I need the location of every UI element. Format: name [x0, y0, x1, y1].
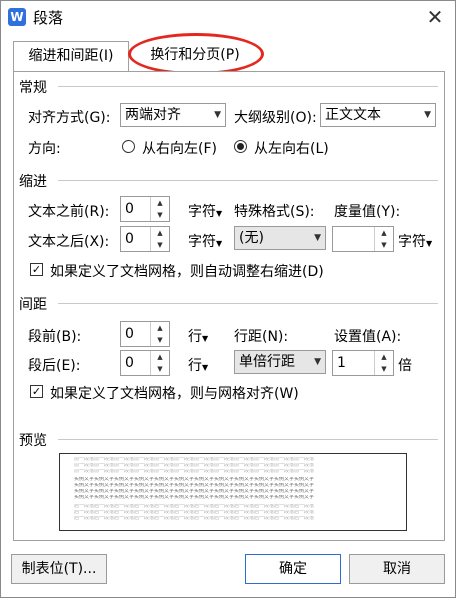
space-before-value: 0 — [125, 326, 134, 342]
dropdown-arrow-icon: ▼ — [314, 357, 321, 367]
rtl-radio[interactable] — [122, 140, 135, 153]
wps-writer-icon: W — [8, 8, 26, 26]
spinner-arrows-icon[interactable]: ▲ ▼ — [150, 197, 169, 221]
preview-sample-line: 实例文字实例文字实例文字实例文字实例文字实例文字实例文字实例文字实例文字实例文字… — [74, 495, 315, 500]
title-bar: W 段落 ✕ — [1, 1, 455, 34]
paragraph-dialog: W 段落 ✕ 缩进和间距(I) 换行和分页(P) 常规 对齐方式(G): 两端对… — [0, 0, 456, 598]
indent-after-label: 文本之后(X): — [28, 234, 110, 250]
unit-arrow-icon: ▼ — [202, 363, 209, 372]
dropdown-arrow-icon: ▼ — [214, 110, 221, 120]
rtl-label: 从右向左(F) — [142, 141, 217, 157]
line-spacing-value: 单倍行距 — [239, 354, 295, 370]
align-value: 两端对齐 — [125, 107, 181, 123]
dialog-title: 段落 — [33, 9, 64, 27]
measure-unit[interactable]: 字符▼ — [398, 231, 432, 251]
indent-before-unit[interactable]: 字符▼ — [188, 201, 222, 221]
spinner-arrows-icon[interactable]: ▲ ▼ — [150, 322, 169, 346]
special-format-select[interactable]: (无) ▼ — [234, 226, 326, 250]
spinner-arrows-icon[interactable]: ▲ ▼ — [374, 351, 393, 375]
direction-label: 方向: — [28, 141, 61, 157]
section-spacing-heading: 间距 — [19, 297, 47, 313]
spinner-arrows-icon[interactable]: ▲ ▼ — [374, 227, 393, 251]
cancel-button[interactable]: 取消 — [349, 554, 445, 584]
spinner-arrows-icon[interactable]: ▲ ▼ — [150, 351, 169, 375]
preview-next-line: 后一段落后一段落后一段落后一段落后一段落后一段落后一段落后一段落后一段落后一段落… — [74, 516, 315, 521]
align-label: 对齐方式(G): — [28, 110, 111, 126]
ltr-label: 从左向右(L) — [254, 141, 329, 157]
space-after-value: 0 — [125, 355, 134, 371]
divider — [58, 86, 438, 87]
tab-panel: 常规 对齐方式(G): 两端对齐 ▼ 大纲级别(O): 正文文本 ▼ 方向: 从… — [13, 71, 445, 541]
unit-arrow-icon: ▼ — [202, 334, 209, 343]
indent-after-value: 0 — [125, 231, 134, 247]
preview-sample-line: 实例文字实例文字实例文字实例文字实例文字实例文字实例文字实例文字实例文字实例文字… — [74, 489, 315, 494]
snap-grid-checkbox[interactable]: ✓ — [30, 385, 43, 398]
space-before-spinner[interactable]: 0 ▲ ▼ — [120, 321, 170, 347]
space-after-label: 段后(E): — [28, 358, 81, 374]
setting-value-label: 设置值(A): — [334, 329, 402, 345]
setting-value: 1 — [337, 355, 346, 371]
divider — [58, 303, 438, 304]
preview-sample-line: 实例文字实例文字实例文字实例文字实例文字实例文字实例文字实例文字实例文字实例文字… — [74, 477, 315, 482]
close-button[interactable]: ✕ — [421, 3, 449, 31]
outline-value: 正文文本 — [325, 107, 381, 123]
ok-button[interactable]: 确定 — [245, 554, 341, 584]
unit-text: 行 — [188, 329, 202, 345]
ltr-radio[interactable] — [234, 140, 247, 153]
preview-prev-line: 前一段落前一段落前一段落前一段落前一段落前一段落前一段落前一段落前一段落前一段落… — [74, 469, 315, 474]
unit-arrow-icon: ▼ — [216, 239, 223, 248]
special-format-value: (无) — [239, 230, 264, 246]
unit-text: 字符 — [188, 234, 216, 250]
unit-text: 字符 — [188, 204, 216, 220]
line-spacing-select[interactable]: 单倍行距 ▼ — [234, 350, 326, 374]
setting-value-spinner[interactable]: 1 ▲ ▼ — [332, 350, 394, 376]
auto-adjust-checkbox[interactable]: ✓ — [30, 263, 43, 276]
measure-spinner[interactable]: ▲ ▼ — [332, 226, 394, 252]
special-format-label: 特殊格式(S): — [234, 204, 315, 220]
divider — [58, 439, 438, 440]
indent-before-label: 文本之前(R): — [28, 204, 110, 220]
indent-after-unit[interactable]: 字符▼ — [188, 231, 222, 251]
unit-text: 字符 — [398, 234, 426, 250]
tab-indent-spacing[interactable]: 缩进和间距(I) — [13, 41, 129, 72]
unit-text: 行 — [188, 358, 202, 374]
preview-next-line: 后一段落后一段落后一段落后一段落后一段落后一段落后一段落后一段落后一段落后一段落… — [74, 504, 315, 509]
section-preview-heading: 预览 — [19, 433, 47, 449]
spinner-arrows-icon[interactable]: ▲ ▼ — [150, 227, 169, 251]
preview-next-line: 后一段落后一段落后一段落后一段落后一段落后一段落后一段落后一段落后一段落后一段落… — [74, 510, 315, 515]
snap-grid-label: 如果定义了文档网格，则与网格对齐(W) — [50, 386, 299, 402]
line-spacing-label: 行距(N): — [234, 329, 289, 345]
space-after-spinner[interactable]: 0 ▲ ▼ — [120, 350, 170, 376]
outline-select[interactable]: 正文文本 ▼ — [320, 103, 436, 127]
preview-prev-line: 前一段落前一段落前一段落前一段落前一段落前一段落前一段落前一段落前一段落前一段落… — [74, 457, 315, 462]
space-before-unit[interactable]: 行▼ — [188, 326, 208, 346]
dropdown-arrow-icon: ▼ — [424, 110, 431, 120]
section-indent-heading: 缩进 — [19, 174, 47, 190]
preview-box: 前一段落前一段落前一段落前一段落前一段落前一段落前一段落前一段落前一段落前一段落… — [59, 453, 407, 531]
section-general-heading: 常规 — [19, 80, 47, 96]
preview-sample-line: 实例文字实例文字实例文字实例文字实例文字实例文字实例文字实例文字实例文字实例文字… — [74, 483, 315, 488]
outline-label: 大纲级别(O): — [234, 110, 317, 126]
indent-before-value: 0 — [125, 201, 134, 217]
tab-stops-button[interactable]: 制表位(T)... — [11, 554, 107, 584]
indent-after-spinner[interactable]: 0 ▲ ▼ — [120, 226, 170, 252]
measure-label: 度量值(Y): — [334, 204, 401, 220]
auto-adjust-label: 如果定义了文档网格，则自动调整右缩进(D) — [50, 264, 324, 280]
divider — [58, 180, 438, 181]
setting-unit: 倍 — [398, 358, 412, 374]
unit-arrow-icon: ▼ — [216, 209, 223, 218]
dropdown-arrow-icon: ▼ — [314, 233, 321, 243]
space-before-label: 段前(B): — [28, 329, 82, 345]
highlight-oval-annotation — [128, 33, 264, 75]
close-icon: ✕ — [426, 5, 444, 29]
indent-before-spinner[interactable]: 0 ▲ ▼ — [120, 196, 170, 222]
space-after-unit[interactable]: 行▼ — [188, 355, 208, 375]
align-select[interactable]: 两端对齐 ▼ — [120, 103, 226, 127]
preview-prev-line: 前一段落前一段落前一段落前一段落前一段落前一段落前一段落前一段落前一段落前一段落… — [74, 463, 315, 468]
unit-arrow-icon: ▼ — [426, 239, 433, 248]
